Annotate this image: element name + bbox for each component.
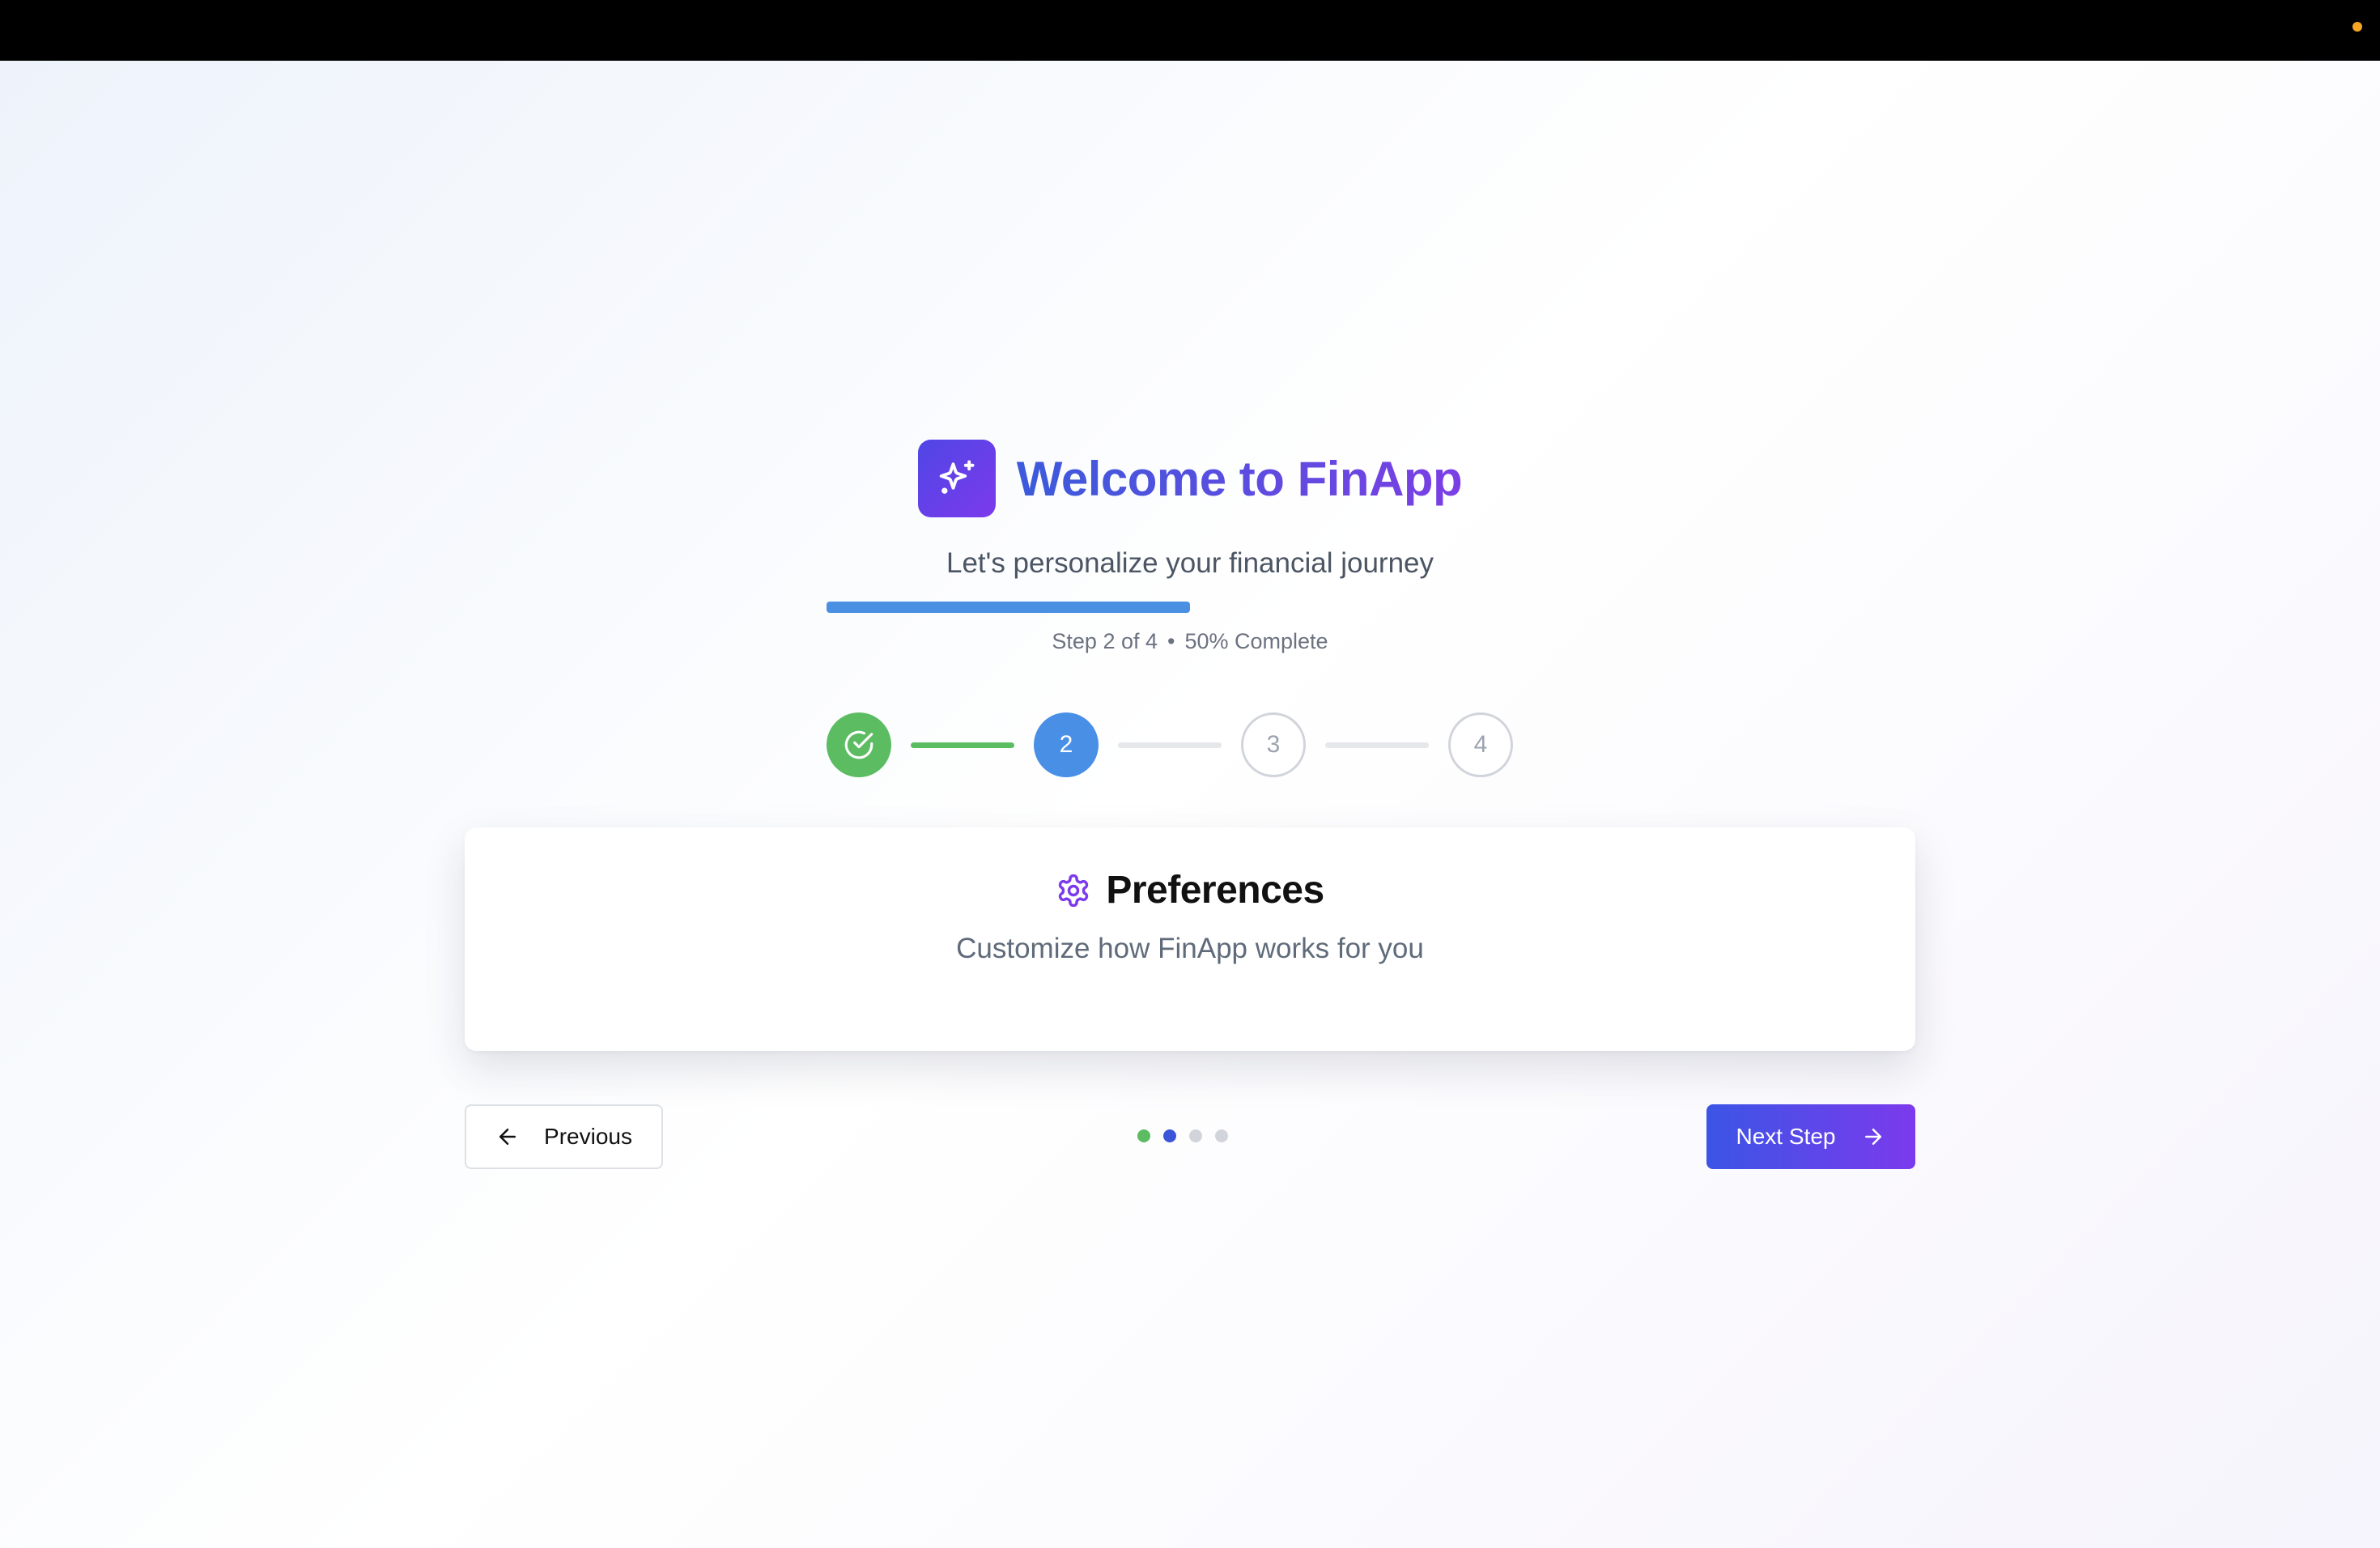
pagination-dot [1137, 1129, 1150, 1142]
step-connector-2 [1118, 742, 1222, 748]
progress-status: Step 2 of 4 • 50% Complete [0, 629, 2380, 654]
arrow-right-icon [1865, 1129, 1882, 1145]
check-circle-icon [844, 730, 873, 759]
step-indicator: 2 3 4 [827, 712, 1513, 778]
page-background [0, 61, 2380, 1548]
progress-bar [827, 602, 1553, 613]
card-title: Preferences [1106, 869, 1324, 912]
status-indicator-dot [2352, 22, 2362, 32]
pagination-dot [1215, 1129, 1228, 1142]
preferences-card: Preferences Customize how FinApp works f… [465, 827, 1915, 1051]
welcome-header: Welcome to FinApp [0, 440, 2380, 517]
page-subtitle: Let's personalize your financial journey [946, 547, 1434, 579]
page-title: Welcome to FinApp [1016, 451, 1463, 506]
system-top-bar [0, 0, 2380, 61]
previous-button-label: Previous [544, 1124, 632, 1149]
progress-bar-fill [827, 602, 1190, 613]
next-step-button[interactable]: Next Step [1706, 1104, 1915, 1169]
step-connector-1 [911, 742, 1014, 748]
step-2-active: 2 [1034, 712, 1099, 777]
pagination-dot [1189, 1129, 1202, 1142]
step-4-pending: 4 [1448, 712, 1513, 777]
step-counter-text: Step 2 of 4 [1052, 629, 1158, 653]
card-description: Customize how FinApp works for you [956, 933, 1424, 964]
next-step-button-label: Next Step [1736, 1124, 1836, 1149]
percent-complete-text: 50% Complete [1184, 629, 1328, 653]
pagination-dot [1163, 1129, 1176, 1142]
arrow-left-icon [499, 1129, 516, 1145]
gear-icon [1059, 874, 1089, 907]
pagination-dots [1137, 1129, 1228, 1142]
step-3-pending: 3 [1241, 712, 1306, 777]
app-logo [917, 440, 996, 517]
step-1-completed [827, 712, 891, 777]
sparkles-icon [939, 460, 975, 494]
previous-button[interactable]: Previous [465, 1104, 663, 1169]
progress-separator: • [1167, 629, 1175, 653]
card-header: Preferences [465, 868, 1915, 912]
step-connector-3 [1325, 742, 1429, 748]
